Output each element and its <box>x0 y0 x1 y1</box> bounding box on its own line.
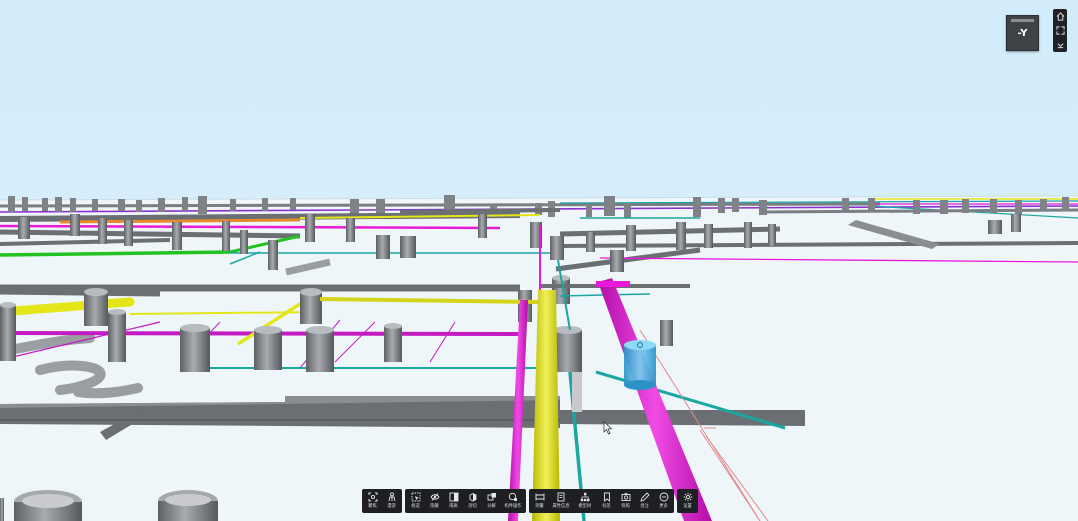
hide-button[interactable]: 隐藏 <box>425 489 444 513</box>
isolate-button[interactable]: 隔离 <box>444 489 463 513</box>
collapse-icon[interactable] <box>1054 38 1066 50</box>
annotate-icon <box>639 492 650 502</box>
section-icon <box>469 492 476 502</box>
focus-button-label: 聚焦 <box>368 504 377 509</box>
explode-label: 分解 <box>487 504 496 509</box>
walk-button-label: 漫游 <box>387 504 396 509</box>
3d-model-viewport[interactable] <box>0 0 1078 521</box>
component-ops-button[interactable]: 构件操作 <box>501 489 525 513</box>
view-cube[interactable]: -Y <box>1006 15 1039 51</box>
camera-icon <box>621 493 630 501</box>
explode-icon <box>487 493 496 501</box>
component-ops-label: 构件操作 <box>504 504 522 509</box>
box-select-label: 框选 <box>411 504 420 509</box>
bookmark-button[interactable]: 标签 <box>597 489 616 513</box>
bottom-toolbar: 聚焦 漫游 框选 隐藏 隔离 剖切 分解 构件操作 测量 属性信息 模型树 标签… <box>362 489 698 513</box>
measure-icon <box>535 493 544 501</box>
fullscreen-icon[interactable] <box>1054 24 1066 36</box>
view-cube-top-face <box>1011 19 1034 22</box>
home-icon[interactable] <box>1054 11 1066 23</box>
model-tree-button[interactable]: 模型树 <box>573 489 597 513</box>
bookmark-icon <box>603 492 610 502</box>
annotate-button[interactable]: 批注 <box>635 489 654 513</box>
bookmark-label: 标签 <box>602 504 611 509</box>
toolbar-group-view: 聚焦 漫游 <box>362 489 402 513</box>
more-icon <box>659 492 668 502</box>
toolbar-group-tools: 测量 属性信息 模型树 标签 快照 批注 更多 <box>529 489 674 513</box>
person-icon <box>388 492 395 502</box>
settings-button[interactable]: 设置 <box>678 489 697 513</box>
more-button[interactable]: 更多 <box>654 489 673 513</box>
properties-button[interactable]: 属性信息 <box>549 489 573 513</box>
isolate-icon <box>449 492 458 502</box>
measure-button[interactable]: 测量 <box>530 489 549 513</box>
all-ops-icon <box>508 492 518 502</box>
isolate-label: 隔离 <box>449 504 458 509</box>
toolbar-group-settings: 设置 <box>677 489 698 513</box>
eye-hide-icon <box>429 493 440 501</box>
viewer-controls <box>1053 9 1067 52</box>
focus-button[interactable]: 聚焦 <box>363 489 382 513</box>
measure-label: 测量 <box>535 504 544 509</box>
snapshot-button[interactable]: 快照 <box>616 489 635 513</box>
model-tree-icon <box>580 492 590 502</box>
hide-label: 隐藏 <box>430 504 439 509</box>
section-button[interactable]: 剖切 <box>463 489 482 513</box>
properties-icon <box>557 492 565 502</box>
box-select-icon <box>411 492 420 502</box>
model-tree-label: 模型树 <box>578 504 592 509</box>
properties-label: 属性信息 <box>552 504 570 509</box>
view-cube-label: -Y <box>1017 27 1028 39</box>
toolbar-group-model: 框选 隐藏 隔离 剖切 分解 构件操作 <box>405 489 526 513</box>
walk-button[interactable]: 漫游 <box>382 489 401 513</box>
snapshot-label: 快照 <box>621 504 630 509</box>
annotate-label: 批注 <box>640 504 649 509</box>
settings-icon <box>683 492 692 502</box>
section-label: 剖切 <box>468 504 477 509</box>
box-select-button[interactable]: 框选 <box>406 489 425 513</box>
settings-label: 设置 <box>683 504 692 509</box>
fit-view-icon <box>368 492 377 502</box>
explode-button[interactable]: 分解 <box>482 489 501 513</box>
more-label: 更多 <box>659 504 668 509</box>
